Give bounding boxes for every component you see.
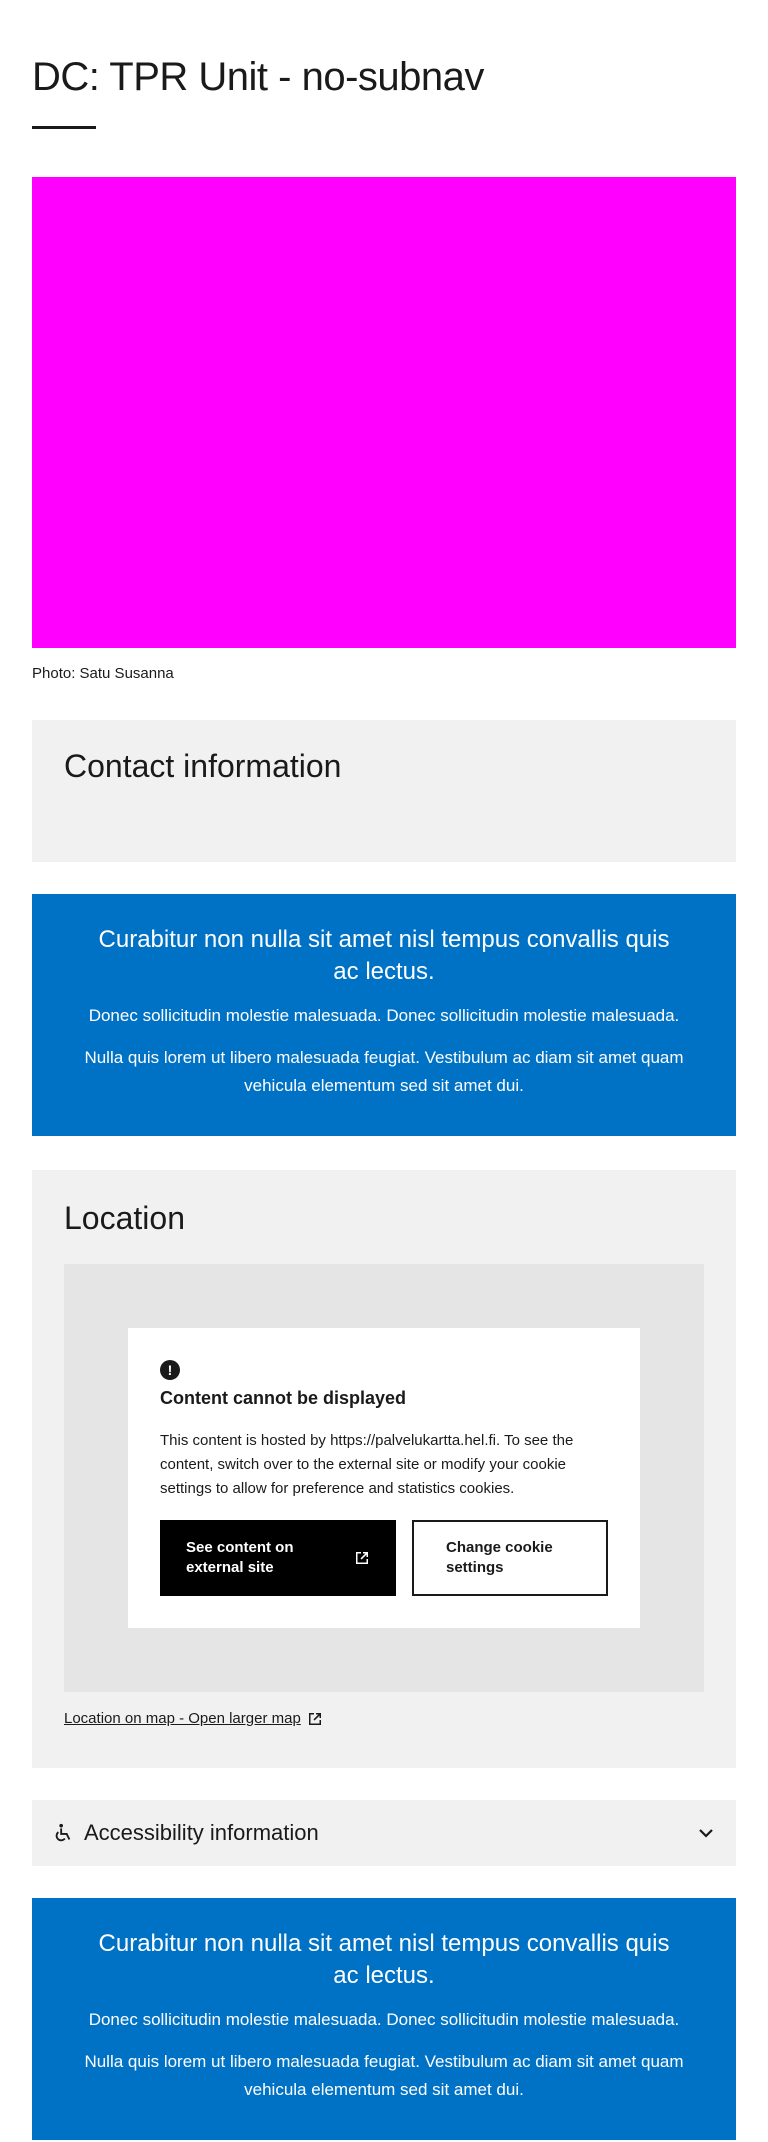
wheelchair-icon xyxy=(55,1823,71,1842)
banner-paragraph: Donec sollicitudin molestie malesuada. D… xyxy=(88,1006,680,1025)
contact-heading: Contact information xyxy=(64,748,342,784)
banner-paragraph: Nulla quis lorem ut libero malesuada feu… xyxy=(84,1048,684,1095)
title-divider xyxy=(32,126,96,129)
photo-caption: Photo: Satu Susanna xyxy=(32,665,174,682)
map-link-label: Location on map - Open larger map xyxy=(64,1710,301,1727)
info-banner: Curabitur non nulla sit amet nisl tempus… xyxy=(32,1898,736,2140)
external-link-icon xyxy=(356,1552,368,1564)
banner-paragraph: Donec sollicitudin molestie malesuada. D… xyxy=(88,2010,680,2029)
location-section: Location ! Content cannot be displayed T… xyxy=(32,1170,736,1768)
see-content-label: See content on external site xyxy=(186,1539,294,1576)
consent-title: Content cannot be displayed xyxy=(160,1388,407,1408)
chevron-down-icon xyxy=(699,1829,713,1838)
banner-title: Curabitur non nulla sit amet nisl tempus… xyxy=(98,926,670,985)
banner-paragraph: Nulla quis lorem ut libero malesuada feu… xyxy=(84,2052,684,2099)
contact-information-section: Contact information xyxy=(32,720,736,862)
alert-circle-icon: ! xyxy=(160,1360,180,1380)
consent-text: This content is hosted by https://palvel… xyxy=(160,1432,574,1497)
hero-image xyxy=(32,177,736,648)
banner-title: Curabitur non nulla sit amet nisl tempus… xyxy=(98,1930,670,1989)
page: DC: TPR Unit - no-subnav Photo: Satu Sus… xyxy=(0,0,768,2142)
cookie-consent-card: ! Content cannot be displayed This conte… xyxy=(128,1328,640,1628)
info-banner: Curabitur non nulla sit amet nisl tempus… xyxy=(32,894,736,1136)
accordion-title: Accessibility information xyxy=(84,1820,319,1845)
consent-buttons: See content on external site Change cook… xyxy=(160,1520,608,1596)
accessibility-accordion[interactable]: Accessibility information xyxy=(32,1800,736,1866)
change-cookie-settings-button[interactable]: Change cookie settings xyxy=(412,1520,608,1596)
page-title: DC: TPR Unit - no-subnav xyxy=(32,55,484,99)
map-placeholder: ! Content cannot be displayed This conte… xyxy=(64,1264,704,1692)
location-heading: Location xyxy=(64,1200,185,1236)
see-content-external-button[interactable]: See content on external site xyxy=(160,1520,396,1596)
open-larger-map-link[interactable]: Location on map - Open larger map xyxy=(64,1710,323,1727)
external-link-icon xyxy=(308,1712,321,1725)
